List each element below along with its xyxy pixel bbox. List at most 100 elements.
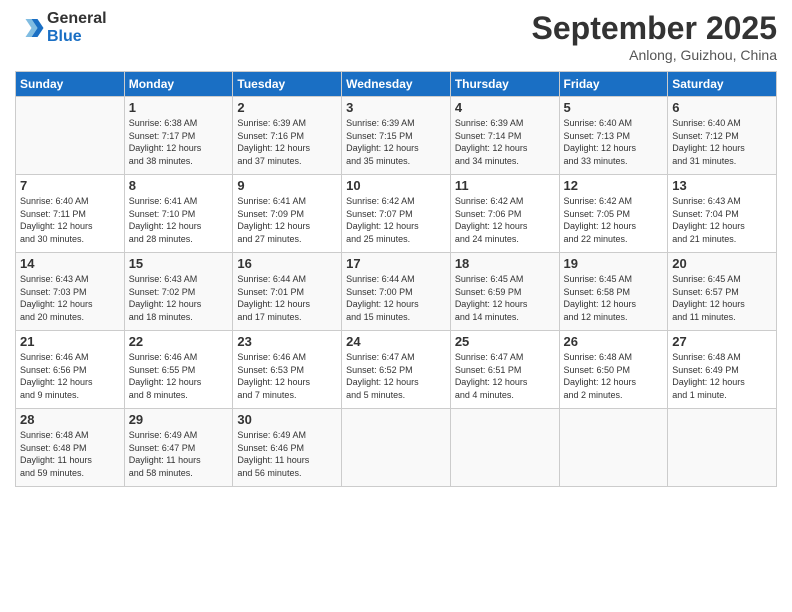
day-info: Sunrise: 6:41 AMSunset: 7:10 PMDaylight:…	[129, 195, 229, 245]
col-monday: Monday	[124, 72, 233, 97]
calendar-day: 15Sunrise: 6:43 AMSunset: 7:02 PMDayligh…	[124, 253, 233, 331]
calendar-day: 5 Sunrise: 6:40 AMSunset: 7:13 PMDaylight…	[559, 97, 668, 175]
day-number: 28	[20, 412, 120, 427]
day-number: 19	[564, 256, 664, 271]
calendar-day	[342, 409, 451, 487]
day-number: 13	[672, 178, 772, 193]
calendar-day: 2 Sunrise: 6:39 AMSunset: 7:16 PMDaylight…	[233, 97, 342, 175]
calendar-day: 10 Sunrise: 6:42 AMSunset: 7:07 PMDayligh…	[342, 175, 451, 253]
day-info: Sunrise: 6:46 AMSunset: 6:56 PMDaylight:…	[20, 351, 120, 401]
logo-icon	[15, 13, 45, 43]
calendar-day: 24 Sunrise: 6:47 AMSunset: 6:52 PMDayligh…	[342, 331, 451, 409]
day-number: 4	[455, 100, 555, 115]
calendar-day: 4 Sunrise: 6:39 AMSunset: 7:14 PMDaylight…	[450, 97, 559, 175]
calendar-week-3: 14 Sunrise: 6:43 AMSunset: 7:03 PMDayligh…	[16, 253, 777, 331]
calendar-day: 20Sunrise: 6:45 AMSunset: 6:57 PMDayligh…	[668, 253, 777, 331]
calendar-day: 26Sunrise: 6:48 AMSunset: 6:50 PMDayligh…	[559, 331, 668, 409]
day-number: 17	[346, 256, 446, 271]
calendar-week-5: 28 Sunrise: 6:48 AMSunset: 6:48 PMDayligh…	[16, 409, 777, 487]
day-info: Sunrise: 6:43 AMSunset: 7:03 PMDaylight:…	[20, 273, 120, 323]
header-row: Sunday Monday Tuesday Wednesday Thursday…	[16, 72, 777, 97]
day-number: 8	[129, 178, 229, 193]
day-info: Sunrise: 6:41 AMSunset: 7:09 PMDaylight:…	[237, 195, 337, 245]
logo-text: General Blue	[47, 10, 107, 46]
day-number: 12	[564, 178, 664, 193]
calendar-day: 21 Sunrise: 6:46 AMSunset: 6:56 PMDayligh…	[16, 331, 125, 409]
calendar-day: 13 Sunrise: 6:43 AMSunset: 7:04 PMDayligh…	[668, 175, 777, 253]
day-info: Sunrise: 6:44 AMSunset: 7:00 PMDaylight:…	[346, 273, 446, 323]
title-section: September 2025 Anlong, Guizhou, China	[532, 10, 777, 63]
day-number: 29	[129, 412, 229, 427]
calendar-day: 17 Sunrise: 6:44 AMSunset: 7:00 PMDayligh…	[342, 253, 451, 331]
day-number: 5	[564, 100, 664, 115]
calendar-day: 29Sunrise: 6:49 AMSunset: 6:47 PMDayligh…	[124, 409, 233, 487]
calendar-day	[450, 409, 559, 487]
calendar-day: 18Sunrise: 6:45 AMSunset: 6:59 PMDayligh…	[450, 253, 559, 331]
calendar-week-2: 7 Sunrise: 6:40 AMSunset: 7:11 PMDaylight…	[16, 175, 777, 253]
calendar-body: 1 Sunrise: 6:38 AMSunset: 7:17 PMDaylight…	[16, 97, 777, 487]
day-number: 11	[455, 178, 555, 193]
col-tuesday: Tuesday	[233, 72, 342, 97]
col-sunday: Sunday	[16, 72, 125, 97]
header: General Blue September 2025 Anlong, Guiz…	[15, 10, 777, 63]
day-info: Sunrise: 6:46 AMSunset: 6:55 PMDaylight:…	[129, 351, 229, 401]
day-number: 3	[346, 100, 446, 115]
day-number: 6	[672, 100, 772, 115]
calendar-table: Sunday Monday Tuesday Wednesday Thursday…	[15, 71, 777, 487]
day-info: Sunrise: 6:43 AMSunset: 7:04 PMDaylight:…	[672, 195, 772, 245]
day-number: 20	[672, 256, 772, 271]
day-number: 23	[237, 334, 337, 349]
calendar-week-4: 21 Sunrise: 6:46 AMSunset: 6:56 PMDayligh…	[16, 331, 777, 409]
calendar-day: 19 Sunrise: 6:45 AMSunset: 6:58 PMDayligh…	[559, 253, 668, 331]
calendar-day: 11 Sunrise: 6:42 AMSunset: 7:06 PMDayligh…	[450, 175, 559, 253]
day-number: 27	[672, 334, 772, 349]
day-number: 1	[129, 100, 229, 115]
col-thursday: Thursday	[450, 72, 559, 97]
day-number: 14	[20, 256, 120, 271]
month-title: September 2025	[532, 10, 777, 47]
day-info: Sunrise: 6:48 AMSunset: 6:48 PMDaylight:…	[20, 429, 120, 479]
day-info: Sunrise: 6:44 AMSunset: 7:01 PMDaylight:…	[237, 273, 337, 323]
calendar-week-1: 1 Sunrise: 6:38 AMSunset: 7:17 PMDaylight…	[16, 97, 777, 175]
day-info: Sunrise: 6:42 AMSunset: 7:07 PMDaylight:…	[346, 195, 446, 245]
calendar-day: 14 Sunrise: 6:43 AMSunset: 7:03 PMDayligh…	[16, 253, 125, 331]
logo: General Blue	[15, 10, 107, 46]
day-info: Sunrise: 6:40 AMSunset: 7:12 PMDaylight:…	[672, 117, 772, 167]
day-info: Sunrise: 6:42 AMSunset: 7:05 PMDaylight:…	[564, 195, 664, 245]
day-number: 10	[346, 178, 446, 193]
day-number: 24	[346, 334, 446, 349]
day-info: Sunrise: 6:42 AMSunset: 7:06 PMDaylight:…	[455, 195, 555, 245]
day-number: 16	[237, 256, 337, 271]
day-info: Sunrise: 6:38 AMSunset: 7:17 PMDaylight:…	[129, 117, 229, 167]
day-info: Sunrise: 6:39 AMSunset: 7:14 PMDaylight:…	[455, 117, 555, 167]
day-info: Sunrise: 6:43 AMSunset: 7:02 PMDaylight:…	[129, 273, 229, 323]
day-number: 26	[564, 334, 664, 349]
day-info: Sunrise: 6:40 AMSunset: 7:11 PMDaylight:…	[20, 195, 120, 245]
calendar-day	[559, 409, 668, 487]
day-info: Sunrise: 6:48 AMSunset: 6:49 PMDaylight:…	[672, 351, 772, 401]
day-number: 18	[455, 256, 555, 271]
day-number: 7	[20, 178, 120, 193]
day-info: Sunrise: 6:47 AMSunset: 6:52 PMDaylight:…	[346, 351, 446, 401]
day-number: 21	[20, 334, 120, 349]
calendar-day: 28 Sunrise: 6:48 AMSunset: 6:48 PMDayligh…	[16, 409, 125, 487]
calendar-day: 16 Sunrise: 6:44 AMSunset: 7:01 PMDayligh…	[233, 253, 342, 331]
calendar-day: 7 Sunrise: 6:40 AMSunset: 7:11 PMDaylight…	[16, 175, 125, 253]
day-info: Sunrise: 6:39 AMSunset: 7:15 PMDaylight:…	[346, 117, 446, 167]
day-number: 2	[237, 100, 337, 115]
calendar-day: 12 Sunrise: 6:42 AMSunset: 7:05 PMDayligh…	[559, 175, 668, 253]
calendar-day: 25Sunrise: 6:47 AMSunset: 6:51 PMDayligh…	[450, 331, 559, 409]
calendar-day	[16, 97, 125, 175]
calendar-day: 6 Sunrise: 6:40 AMSunset: 7:12 PMDaylight…	[668, 97, 777, 175]
col-wednesday: Wednesday	[342, 72, 451, 97]
day-info: Sunrise: 6:40 AMSunset: 7:13 PMDaylight:…	[564, 117, 664, 167]
day-info: Sunrise: 6:47 AMSunset: 6:51 PMDaylight:…	[455, 351, 555, 401]
calendar-day: 8 Sunrise: 6:41 AMSunset: 7:10 PMDaylight…	[124, 175, 233, 253]
calendar-day	[668, 409, 777, 487]
col-friday: Friday	[559, 72, 668, 97]
day-info: Sunrise: 6:39 AMSunset: 7:16 PMDaylight:…	[237, 117, 337, 167]
day-info: Sunrise: 6:45 AMSunset: 6:58 PMDaylight:…	[564, 273, 664, 323]
calendar-day: 22Sunrise: 6:46 AMSunset: 6:55 PMDayligh…	[124, 331, 233, 409]
calendar-day: 30Sunrise: 6:49 AMSunset: 6:46 PMDayligh…	[233, 409, 342, 487]
calendar-day: 27 Sunrise: 6:48 AMSunset: 6:49 PMDayligh…	[668, 331, 777, 409]
